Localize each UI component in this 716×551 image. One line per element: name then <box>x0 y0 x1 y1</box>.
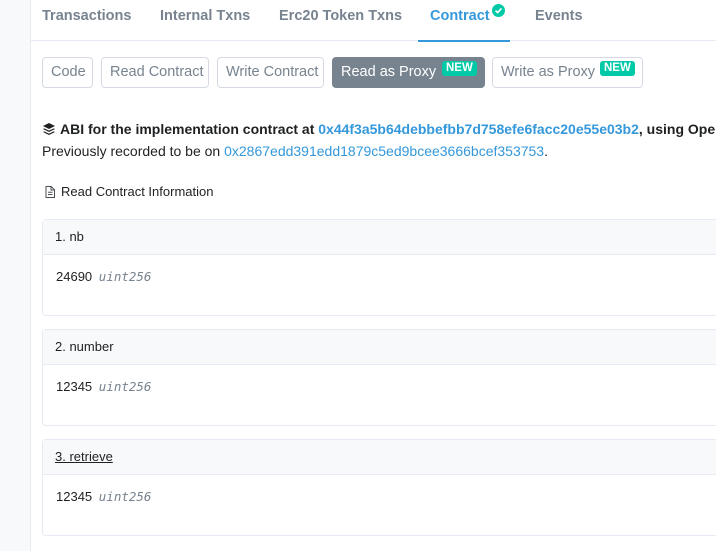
read-info-label: Read Contract Information <box>61 184 214 199</box>
result-type: uint256 <box>98 269 152 284</box>
function-result: 24690 uint256 <box>43 255 716 315</box>
tab-transactions[interactable]: Transactions <box>42 0 131 41</box>
tab-label: Internal Txns <box>160 8 251 24</box>
button-label: Read Contract <box>110 64 204 80</box>
button-label: Code <box>51 64 86 80</box>
function-header[interactable]: 2. number <box>43 330 716 365</box>
document-icon <box>45 186 55 201</box>
tab-contract[interactable]: Contract <box>418 0 510 42</box>
function-header[interactable]: 3. retrieve <box>43 440 716 475</box>
left-gutter <box>0 0 30 551</box>
function-card-number: 2. number 12345 uint256 <box>42 329 716 426</box>
function-result: 12345 uint256 <box>43 365 716 425</box>
result-value: 12345 <box>56 379 93 394</box>
read-as-proxy-button[interactable]: Read as Proxy NEW <box>332 57 485 88</box>
contract-panel: Transactions Internal Txns Erc20 Token T… <box>30 0 716 551</box>
read-contract-button[interactable]: Read Contract <box>101 57 209 88</box>
new-badge: NEW <box>442 61 477 76</box>
tab-label: Events <box>535 8 583 24</box>
write-contract-button[interactable]: Write Contract <box>217 57 324 88</box>
result-type: uint256 <box>98 489 152 504</box>
abi-implementation-line: ABI for the implementation contract at 0… <box>42 121 716 137</box>
check-circle-icon <box>492 4 505 17</box>
function-name: 3. retrieve <box>55 449 113 464</box>
implementation-address-link[interactable]: 0x44f3a5b64debbefbb7d758efe6facc20e55e03… <box>318 121 639 137</box>
tab-label: Erc20 Token Txns <box>279 8 403 24</box>
tab-label: Transactions <box>42 8 132 24</box>
button-label: Write Contract <box>226 64 319 80</box>
previous-suffix-text: . <box>544 143 548 159</box>
previous-prefix-text: Previously recorded to be on <box>42 143 225 159</box>
new-badge: NEW <box>600 61 635 76</box>
code-button[interactable]: Code <box>42 57 93 88</box>
layers-icon <box>42 122 56 136</box>
result-value: 24690 <box>56 269 93 284</box>
abi-prefix-text: ABI for the implementation contract at <box>60 121 319 137</box>
function-card-nb: 1. nb 24690 uint256 <box>42 219 716 316</box>
abi-suffix-text: , using Oper <box>638 121 716 137</box>
tab-bar: Transactions Internal Txns Erc20 Token T… <box>31 0 716 42</box>
function-name: 2. number <box>55 339 114 354</box>
button-label: Read as Proxy <box>341 64 437 80</box>
tab-events[interactable]: Events <box>535 0 583 41</box>
function-name: 1. nb <box>55 229 84 244</box>
previous-address-link[interactable]: 0x2867edd391edd1879c5ed9bcee3666bcef3537… <box>224 143 544 159</box>
write-as-proxy-button[interactable]: Write as Proxy NEW <box>492 57 643 88</box>
button-label: Write as Proxy <box>501 64 596 80</box>
result-type: uint256 <box>98 379 152 394</box>
function-result: 12345 uint256 <box>43 475 716 535</box>
function-header[interactable]: 1. nb <box>43 220 716 255</box>
tab-internal-txns[interactable]: Internal Txns <box>160 0 250 41</box>
tab-erc20-token-txns[interactable]: Erc20 Token Txns <box>279 0 402 41</box>
result-value: 12345 <box>56 489 93 504</box>
read-contract-info: Read Contract Information <box>45 184 213 201</box>
previous-recorded-line: Previously recorded to be on 0x2867edd39… <box>42 143 548 159</box>
tab-label: Contract <box>430 8 490 24</box>
function-card-retrieve: 3. retrieve 12345 uint256 <box>42 439 716 536</box>
